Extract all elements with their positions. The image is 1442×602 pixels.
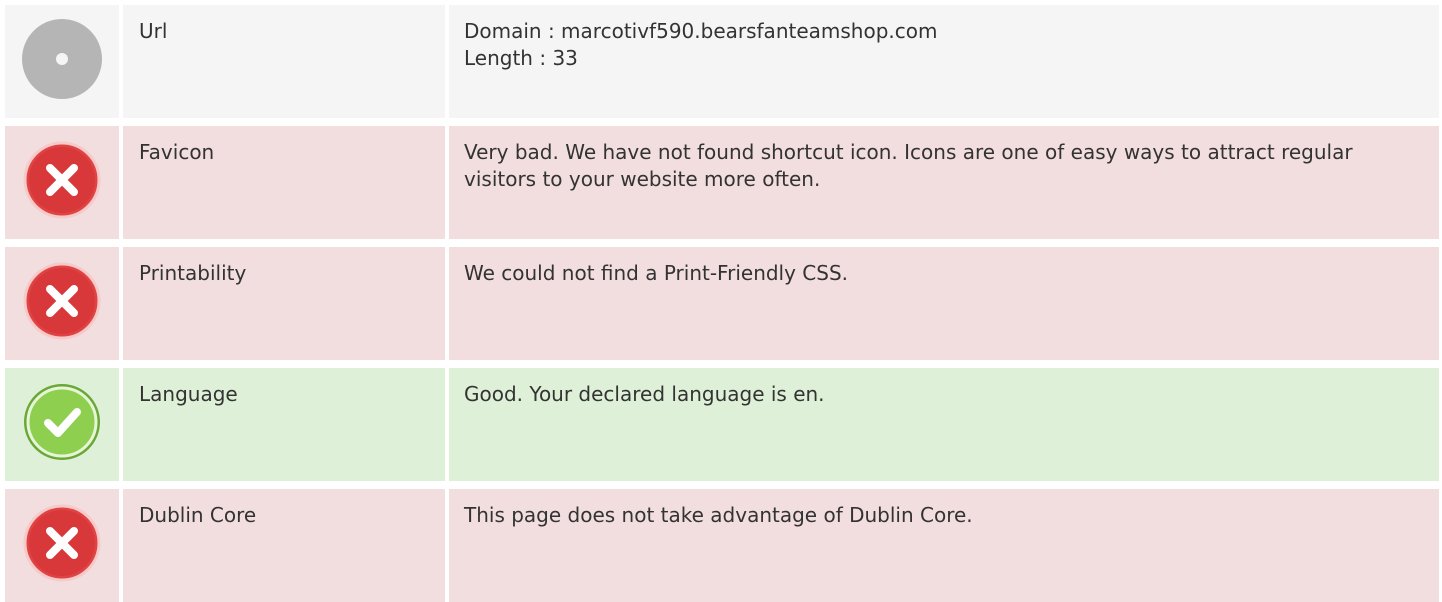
row-label: Url [123, 5, 445, 118]
language-message: Good. Your declared language is en. [464, 382, 825, 406]
status-cell [5, 247, 119, 360]
neutral-dot-icon [21, 18, 103, 100]
status-cell [5, 368, 119, 481]
report-row-dublin-core: Dublin Core This page does not take adva… [5, 489, 1439, 602]
row-value: Very bad. We have not found shortcut ico… [449, 126, 1439, 239]
report-row-favicon: Favicon Very bad. We have not found shor… [5, 126, 1439, 239]
report-row-url: Url Domain : marcotivf590.bearsfanteamsh… [5, 5, 1439, 118]
printability-message: We could not find a Print-Friendly CSS. [464, 261, 849, 285]
row-label: Dublin Core [123, 489, 445, 602]
status-cell [5, 489, 119, 602]
row-label: Favicon [123, 126, 445, 239]
row-label: Language [123, 368, 445, 481]
error-x-icon [21, 502, 103, 584]
row-value: Good. Your declared language is en. [449, 368, 1439, 481]
dublin-core-message: This page does not take advantage of Dub… [464, 503, 973, 527]
report-row-language: Language Good. Your declared language is… [5, 368, 1439, 481]
favicon-message: Very bad. We have not found shortcut ico… [464, 140, 1353, 191]
error-x-icon [21, 139, 103, 221]
seo-report-table: Url Domain : marcotivf590.bearsfanteamsh… [5, 5, 1439, 602]
error-x-icon [21, 260, 103, 342]
row-value: We could not find a Print-Friendly CSS. [449, 247, 1439, 360]
row-label: Printability [123, 247, 445, 360]
row-value: Domain : marcotivf590.bearsfanteamshop.c… [449, 5, 1439, 118]
check-icon [21, 381, 103, 463]
domain-text: Domain : marcotivf590.bearsfanteamshop.c… [464, 19, 938, 43]
report-row-printability: Printability We could not find a Print-F… [5, 247, 1439, 360]
status-cell [5, 126, 119, 239]
length-text: Length : 33 [464, 46, 578, 70]
status-cell [5, 5, 119, 118]
row-value: This page does not take advantage of Dub… [449, 489, 1439, 602]
